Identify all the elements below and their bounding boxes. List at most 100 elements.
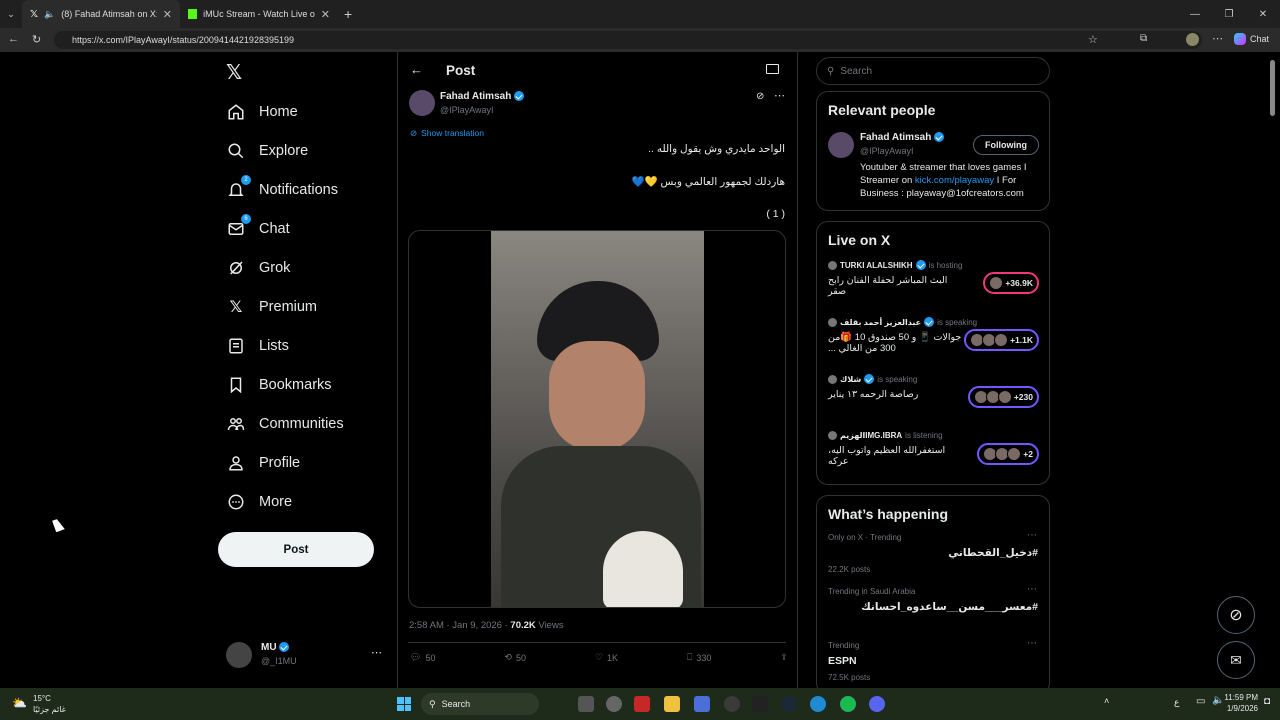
clock[interactable]: 11:59 PM 1/9/2026 xyxy=(1224,692,1258,714)
task-view-icon[interactable] xyxy=(578,696,594,712)
person-name[interactable]: Fahad Atimsah xyxy=(860,132,931,143)
post-button[interactable]: Post xyxy=(218,532,374,567)
xbox-icon[interactable] xyxy=(724,696,740,712)
close-tab-icon[interactable]: ✕ xyxy=(163,8,172,21)
bookmark-button[interactable]: ⎕ 330 xyxy=(687,652,711,663)
reply-button[interactable]: 💬︎ 50 xyxy=(410,652,435,663)
chrome-icon[interactable] xyxy=(606,696,622,712)
host-name: عبدالعزيز أحمد بقلف xyxy=(840,317,922,327)
nav-communities[interactable]: Communities xyxy=(218,404,388,443)
avatar xyxy=(828,260,837,270)
more-dots-icon[interactable]: ⋯ xyxy=(1027,530,1037,541)
refresh-icon[interactable]: ↻ xyxy=(32,33,41,46)
nav-more[interactable]: More xyxy=(218,482,388,521)
discord-icon[interactable] xyxy=(869,696,885,712)
author-handle[interactable]: @IPlayAwayI xyxy=(440,105,494,115)
live-item[interactable]: TURKI ALALSHIKH is hosting البث المباشر ل… xyxy=(817,254,1049,311)
chat-badge: 6 xyxy=(241,213,251,224)
live-item[interactable]: الهزيمIMG.IBRA is listening استغفرالله ال… xyxy=(817,425,1049,482)
post-text-line: ( 1 ) xyxy=(766,208,785,220)
reader-icon[interactable] xyxy=(766,64,779,74)
nav-notifications[interactable]: 2 Notifications xyxy=(218,170,388,209)
weather-widget[interactable]: ⛅ 15°C غائم جزئيًا xyxy=(12,692,82,716)
like-count: 1K xyxy=(607,652,619,663)
tab-x-post[interactable]: 𝕏 🔈 (8) Fahad Atimsah on X: '( 1 ) ✕ xyxy=(22,0,180,28)
store-icon[interactable] xyxy=(694,696,710,712)
search-input[interactable]: ⚲ Search xyxy=(816,57,1050,85)
show-translation-link[interactable]: Show translation xyxy=(421,128,484,139)
nav-lists[interactable]: Lists xyxy=(218,326,388,365)
bio-link[interactable]: kick.com/playaway xyxy=(915,175,994,186)
steam-icon[interactable] xyxy=(781,696,797,712)
file-explorer-icon[interactable] xyxy=(664,696,680,712)
like-button[interactable]: ♡ 1K xyxy=(595,652,618,663)
close-tab-icon[interactable]: ✕ xyxy=(321,8,330,21)
grok-icon[interactable]: ⊘ xyxy=(756,91,764,102)
page-scrollbar[interactable] xyxy=(1270,60,1275,116)
browser-tab-bar: ⌄ 𝕏 🔈 (8) Fahad Atimsah on X: '( 1 ) ✕ i… xyxy=(0,0,1280,28)
nav-explore[interactable]: Explore xyxy=(218,131,388,170)
tab-kick-stream[interactable]: iMUc Stream - Watch Live on Kick ✕ xyxy=(180,0,338,28)
language-indicator[interactable]: ع xyxy=(1174,697,1179,708)
weather-desc: غائم جزئيًا xyxy=(33,705,66,714)
epic-games-icon[interactable] xyxy=(752,696,768,712)
nav-home[interactable]: Home xyxy=(218,92,388,131)
nav-label: Explore xyxy=(259,142,309,159)
new-tab-icon[interactable]: + xyxy=(344,6,352,22)
profile-avatar-icon[interactable] xyxy=(1186,33,1199,46)
post-timestamp[interactable]: 2:58 AM · Jan 9, 2026 · xyxy=(409,620,510,631)
more-dots-icon[interactable]: ⋯ xyxy=(371,646,382,659)
back-icon[interactable]: ← xyxy=(8,33,19,45)
more-dots-icon[interactable]: ⋯ xyxy=(774,89,785,102)
network-icon[interactable]: ▭ xyxy=(1196,696,1205,707)
copilot-chat-button[interactable]: Chat xyxy=(1234,33,1269,45)
back-arrow-icon[interactable]: ← xyxy=(410,62,423,77)
browser-menu-icon[interactable]: ⋯ xyxy=(1212,32,1223,45)
avatar xyxy=(828,431,837,440)
notification-center-icon[interactable]: ◘ xyxy=(1264,696,1270,707)
spotify-icon[interactable] xyxy=(840,696,856,712)
start-icon[interactable] xyxy=(397,697,411,711)
more-dots-icon[interactable]: ⋯ xyxy=(1027,638,1037,649)
tab-list-icon[interactable]: ⌄ xyxy=(0,9,22,20)
author-name[interactable]: Fahad Atimsah xyxy=(440,91,511,102)
nav-chat[interactable]: 6 Chat xyxy=(218,209,388,248)
trend-item[interactable]: Trending ESPN 72.5K posts ⋯ xyxy=(817,636,1049,690)
share-button[interactable]: ⇪ xyxy=(780,652,788,663)
live-item[interactable]: شلاك is speaking رصاصة الرحمه ١٣ يناير +2… xyxy=(817,368,1049,425)
listener-count: +230 xyxy=(1013,392,1033,402)
messages-float-button[interactable]: ✉ xyxy=(1217,641,1255,679)
minimize-icon[interactable]: — xyxy=(1178,0,1212,28)
trend-item[interactable]: Only on X · Trending #دخيل_القحطاني 22.2… xyxy=(817,528,1049,582)
nav-bookmarks[interactable]: Bookmarks xyxy=(218,365,388,404)
more-dots-icon[interactable]: ⋯ xyxy=(1027,584,1037,595)
video-player[interactable] xyxy=(408,230,786,608)
taskbar-search[interactable]: ⚲ Search xyxy=(421,693,539,715)
volume-icon[interactable]: 🔈 xyxy=(1212,695,1224,706)
nav-premium[interactable]: 𝕏 Premium xyxy=(218,287,388,326)
edge-icon[interactable] xyxy=(810,696,826,712)
following-button[interactable]: Following xyxy=(973,135,1039,155)
account-handle: @_I1MU xyxy=(261,656,297,666)
host-name: الهزيمIMG.IBRA xyxy=(840,431,903,440)
tray-chevron-icon[interactable]: ˄ xyxy=(1104,696,1109,706)
speaker-icon[interactable]: 🔈 xyxy=(44,9,55,20)
whats-happening-card: What’s happening Only on X · Trending #د… xyxy=(816,495,1050,695)
grok-float-button[interactable]: ⊘ xyxy=(1217,596,1255,634)
url-field[interactable]: https://x.com/IPlayAwayI/status/20094144… xyxy=(54,31,1202,49)
avatar[interactable] xyxy=(409,90,435,116)
left-navigation: Home Explore 2 Notifications 6 Chat Grok… xyxy=(218,52,388,688)
nav-label: Bookmarks xyxy=(259,376,332,393)
nav-profile[interactable]: Profile xyxy=(218,443,388,482)
nav-grok[interactable]: Grok xyxy=(218,248,388,287)
close-window-icon[interactable]: ✕ xyxy=(1246,0,1280,28)
trend-item[interactable]: Trending in Saudi Arabia #معسر___مسن__سا… xyxy=(817,582,1049,636)
avatar[interactable] xyxy=(828,132,854,158)
live-item[interactable]: عبدالعزيز أحمد بقلف is speaking جوالات 📱 … xyxy=(817,311,1049,368)
favorites-star-icon[interactable]: ☆ xyxy=(1088,33,1098,46)
app-icon[interactable] xyxy=(634,696,650,712)
extensions-icon[interactable]: ⧉ xyxy=(1140,33,1147,44)
restore-icon[interactable]: ❐ xyxy=(1212,0,1246,28)
repost-button[interactable]: ⟲ 50 xyxy=(504,652,526,663)
account-switcher[interactable]: MU @_I1MU ⋯ xyxy=(226,640,386,670)
